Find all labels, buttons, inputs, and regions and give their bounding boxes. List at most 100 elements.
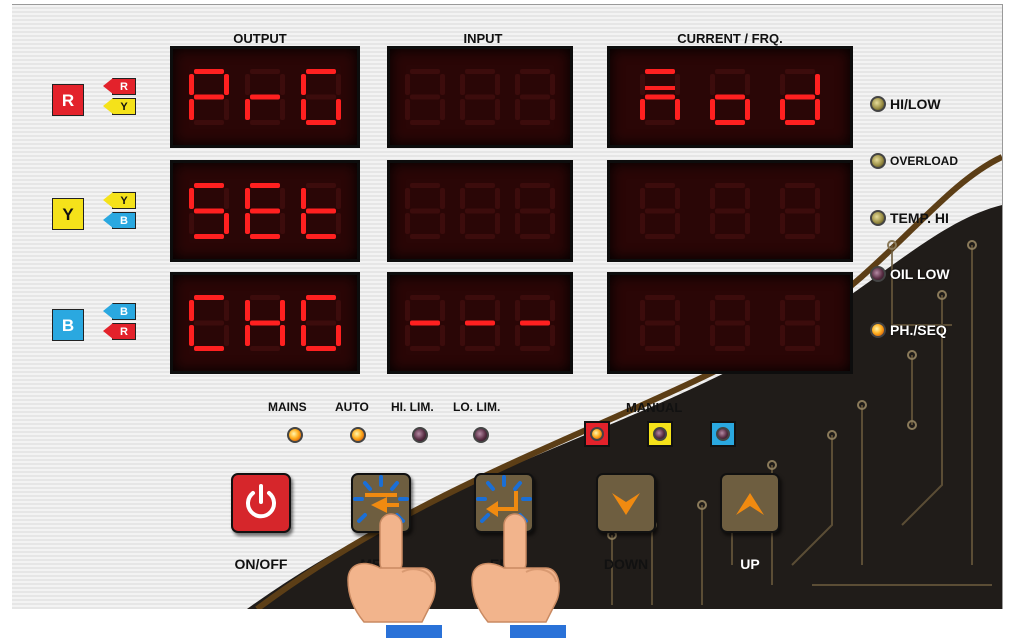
segment-e (245, 213, 250, 234)
pointing-hand-menu (347, 513, 442, 638)
hi-low-label: HI/LOW (890, 96, 941, 112)
segment-e (515, 213, 520, 234)
segment-c (336, 99, 341, 120)
manual-b-indicator (710, 421, 736, 447)
segment-c (440, 213, 445, 234)
segment-g (410, 94, 440, 100)
seven-segment-readout (189, 295, 341, 351)
segment-d (194, 120, 224, 125)
segment-d (715, 120, 745, 125)
phase-r-tag2: Y (112, 98, 136, 115)
segment-e (245, 325, 250, 346)
segment-c (745, 213, 750, 234)
segment-e (640, 325, 645, 346)
current-display-2 (607, 160, 853, 262)
segment-c (224, 325, 229, 346)
segment-c (745, 99, 750, 120)
segment-a (785, 295, 815, 300)
segment-a (520, 183, 550, 188)
current-frq-header: CURRENT / FRQ. (677, 31, 783, 46)
segment-e (405, 213, 410, 234)
ph-seq-led (870, 322, 886, 338)
segment-b (280, 188, 285, 209)
segment-b (815, 188, 820, 209)
segment-g (645, 94, 675, 100)
segment-g (194, 208, 224, 214)
down-button[interactable] (596, 473, 656, 533)
current-display-3 (607, 272, 853, 374)
hi-low-led (870, 96, 886, 112)
segment-b (440, 74, 445, 95)
segment-f (640, 188, 645, 209)
segment-b (440, 300, 445, 321)
segment-e (640, 99, 645, 120)
arrow-down-icon (612, 493, 640, 515)
segment-g (250, 94, 280, 100)
segment-f (405, 300, 410, 321)
segment-d (465, 120, 495, 125)
segment-d (410, 120, 440, 125)
seven-segment-readout (189, 69, 341, 125)
segment-e (301, 99, 306, 120)
segment-b (336, 74, 341, 95)
arrow-up-icon (736, 493, 764, 515)
segment-d (465, 234, 495, 239)
segment-f (405, 74, 410, 95)
segment-f (460, 188, 465, 209)
segment-f (780, 188, 785, 209)
segment-d (785, 346, 815, 351)
segment-b (550, 188, 555, 209)
segment-c (336, 213, 341, 234)
output-header: OUTPUT (233, 31, 287, 46)
seven-segment-readout (405, 183, 555, 239)
segment-a (465, 183, 495, 188)
segment-e (189, 99, 194, 120)
manual-r-indicator (584, 421, 610, 447)
segment-e (780, 325, 785, 346)
segment-d (410, 346, 440, 351)
segment-a (520, 69, 550, 74)
segment-g (410, 320, 440, 326)
segment-c (440, 325, 445, 346)
segment-e (460, 99, 465, 120)
on-off-button[interactable] (231, 473, 291, 533)
segment-g (465, 320, 495, 326)
mains-label: MAINS (268, 400, 307, 414)
segment-f (780, 300, 785, 321)
segment-a (520, 295, 550, 300)
phase-r-box: R (52, 84, 84, 116)
segment-a (194, 69, 224, 74)
segment-f (245, 188, 250, 209)
hi-lim-led (412, 427, 428, 443)
oil-low-led (870, 266, 886, 282)
segment-e (710, 99, 715, 120)
up-button[interactable] (720, 473, 780, 533)
phase-b-tag2: R (112, 323, 136, 340)
segment-f (640, 74, 645, 95)
segment-b (815, 74, 820, 95)
manual-y-led (653, 427, 667, 441)
segment-f (301, 188, 306, 209)
segment-a (250, 295, 280, 300)
segment-a (715, 295, 745, 300)
segment-c (675, 213, 680, 234)
seven-segment-readout (640, 69, 820, 125)
segment-b (495, 300, 500, 321)
lo-lim-label: LO. LIM. (453, 400, 501, 414)
segment-b (550, 74, 555, 95)
segment-g (250, 208, 280, 214)
segment-f (515, 188, 520, 209)
on-off-label: ON/OFF (234, 556, 288, 572)
segment-c (550, 325, 555, 346)
segment-c (336, 325, 341, 346)
seven-segment-readout (640, 295, 820, 351)
segment-b (495, 74, 500, 95)
segment-g (194, 320, 224, 326)
segment-a (306, 295, 336, 300)
segment-c (495, 325, 500, 346)
segment-b (495, 188, 500, 209)
output-display-2 (170, 160, 360, 262)
segment-a (410, 69, 440, 74)
segment-a (410, 295, 440, 300)
lo-lim-led (473, 427, 489, 443)
